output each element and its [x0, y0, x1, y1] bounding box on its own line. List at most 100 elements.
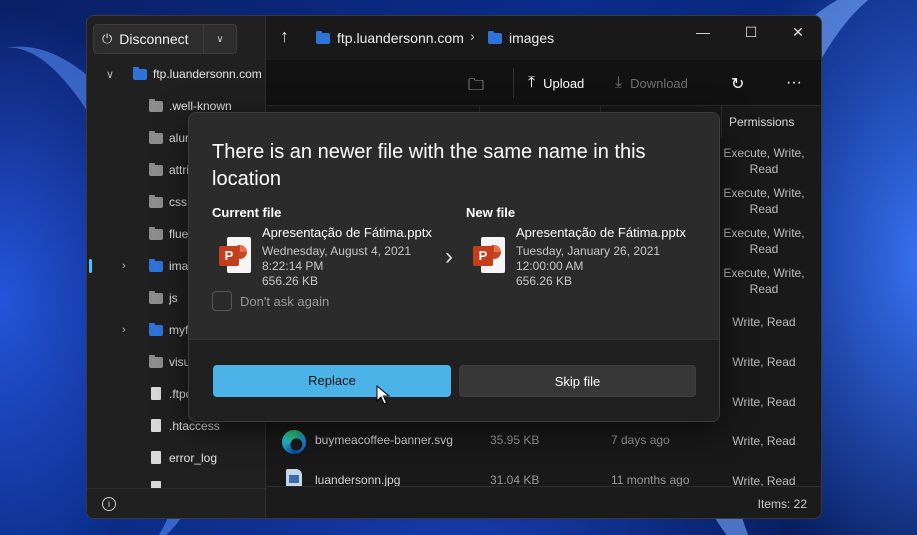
- selection-indicator: [89, 259, 92, 273]
- skip-file-button[interactable]: Skip file: [459, 365, 696, 397]
- current-file-name: Apresentação de Fátima.pptx: [262, 225, 432, 240]
- upload-icon: ⤒: [528, 74, 536, 91]
- disconnect-split-button[interactable]: ⏻ Disconnect ∨: [93, 24, 237, 54]
- folder-icon: [488, 30, 502, 44]
- permissions-cell: Write, Read: [732, 395, 796, 409]
- folder-icon: [149, 163, 163, 176]
- folder-icon: [149, 99, 163, 112]
- chevron-right-icon[interactable]: ›: [122, 324, 126, 336]
- folder-icon: [149, 291, 163, 304]
- tree-label: css: [169, 195, 187, 209]
- file-icon: [151, 419, 161, 432]
- file-date: 11 months ago: [611, 473, 690, 487]
- up-arrow-icon[interactable]: ↑: [280, 26, 289, 47]
- items-count: Items: 22: [757, 497, 807, 511]
- power-icon: ⏻: [102, 31, 113, 46]
- file-icon: [151, 387, 161, 400]
- upload-button[interactable]: ⤒ Upload: [528, 74, 584, 92]
- file-name: buymeacoffee-banner.svg: [315, 433, 453, 447]
- folder-icon: [149, 227, 163, 240]
- tree-label: myf: [169, 323, 189, 337]
- chevron-right-icon: ›: [470, 28, 475, 44]
- current-file-size: 656.26 KB: [262, 274, 319, 288]
- dont-ask-again-checkbox[interactable]: Don't ask again: [212, 291, 329, 311]
- permissions-cell: Execute, Write, Read: [723, 226, 805, 256]
- new-file-date: Tuesday, January 26, 2021: [516, 244, 661, 258]
- chevron-down-icon[interactable]: ∨: [204, 34, 236, 45]
- new-file-label: New file: [466, 205, 516, 220]
- permissions-cell: Write, Read: [732, 434, 796, 448]
- more-icon: ···: [786, 74, 802, 91]
- new-file-size: 656.26 KB: [516, 274, 573, 288]
- table-row[interactable]: buymeacoffee-banner.svg 35.95 KB 7 days …: [266, 421, 821, 461]
- folder-icon: [149, 355, 163, 368]
- tree-label: alur: [169, 131, 190, 145]
- breadcrumb-label: images: [509, 30, 555, 46]
- column-header-permissions[interactable]: Permissions: [729, 106, 794, 138]
- tree-label: attri: [169, 163, 190, 177]
- new-file-time: 12:00:00 AM: [516, 259, 584, 273]
- replace-button[interactable]: Replace: [213, 365, 451, 397]
- file-name: luandersonn.jpg: [315, 473, 401, 487]
- permissions-cell: Execute, Write, Read: [723, 266, 805, 296]
- file-size: 35.95 KB: [490, 433, 540, 447]
- title-bar: ↑ ftp.luandersonn.com › images — ☐ ✕: [266, 16, 821, 60]
- tree-item[interactable]: [87, 474, 266, 488]
- breadcrumb-folder[interactable]: images: [488, 30, 554, 46]
- folder-icon: [149, 323, 163, 336]
- tree-label: js: [169, 291, 178, 305]
- folder-icon: [149, 131, 163, 144]
- chevron-right-icon: ›: [445, 243, 453, 270]
- close-icon[interactable]: ✕: [783, 24, 813, 41]
- info-icon[interactable]: i: [102, 497, 116, 511]
- permissions-cell: Execute, Write, Read: [723, 146, 805, 176]
- folder-icon: [133, 67, 147, 80]
- download-label: Download: [630, 75, 688, 91]
- permissions-cell: Write, Read: [732, 315, 796, 329]
- current-file-time: 8:22:14 PM: [262, 259, 324, 273]
- checkbox-label: Don't ask again: [240, 293, 330, 309]
- maximize-icon[interactable]: ☐: [736, 24, 766, 41]
- tree-label: ftp.luandersonn.com: [153, 67, 262, 81]
- download-icon: ⤓: [615, 74, 623, 91]
- toolbar: 🗀 ⤒ Upload ⤓ Download ↻ ···: [266, 60, 821, 106]
- powerpoint-icon: P: [219, 237, 251, 275]
- tree-label: flue: [169, 227, 189, 241]
- divider: [513, 68, 514, 98]
- chevron-down-icon[interactable]: ∨: [106, 68, 114, 81]
- permissions-cell: Execute, Write, Read: [723, 186, 805, 216]
- breadcrumb-label: ftp.luandersonn.com: [337, 30, 464, 46]
- mouse-cursor-icon: [376, 385, 390, 405]
- tree-item-error-log[interactable]: error_log: [87, 442, 266, 474]
- refresh-button[interactable]: ↻: [731, 74, 752, 94]
- current-file-date: Wednesday, August 4, 2021: [262, 244, 411, 258]
- folder-icon: [316, 30, 330, 44]
- column-divider: [721, 106, 722, 138]
- folder-icon: [149, 195, 163, 208]
- chevron-right-icon[interactable]: ›: [122, 260, 126, 272]
- file-conflict-dialog: There is an newer file with the same nam…: [188, 112, 720, 422]
- new-folder-icon: 🗀: [468, 77, 485, 94]
- powerpoint-icon: P: [473, 237, 505, 275]
- disconnect-label: Disconnect: [119, 31, 189, 47]
- more-button[interactable]: ···: [786, 74, 810, 92]
- status-bar: Items: 22: [266, 486, 821, 518]
- refresh-icon: ↻: [731, 76, 745, 93]
- dialog-title: There is an newer file with the same nam…: [212, 141, 646, 190]
- minimize-icon[interactable]: —: [688, 24, 718, 40]
- download-button[interactable]: ⤓ Download: [615, 74, 688, 92]
- checkbox-box[interactable]: [212, 291, 232, 311]
- new-file-name: Apresentação de Fátima.pptx: [516, 225, 686, 240]
- breadcrumb-host[interactable]: ftp.luandersonn.com: [316, 30, 464, 46]
- tree-label: ima: [169, 259, 189, 273]
- tree-root[interactable]: ∨ ftp.luandersonn.com: [87, 58, 266, 90]
- new-folder-button[interactable]: 🗀: [468, 74, 492, 101]
- file-size: 31.04 KB: [490, 473, 540, 487]
- file-icon: [151, 481, 161, 488]
- disconnect-button[interactable]: ⏻ Disconnect: [94, 25, 204, 53]
- dialog-footer: Replace Skip file: [189, 339, 719, 421]
- tree-label: .well-known: [169, 99, 232, 113]
- sidebar-footer: i: [87, 488, 266, 518]
- upload-label: Upload: [543, 75, 585, 91]
- permissions-cell: Write, Read: [732, 355, 796, 369]
